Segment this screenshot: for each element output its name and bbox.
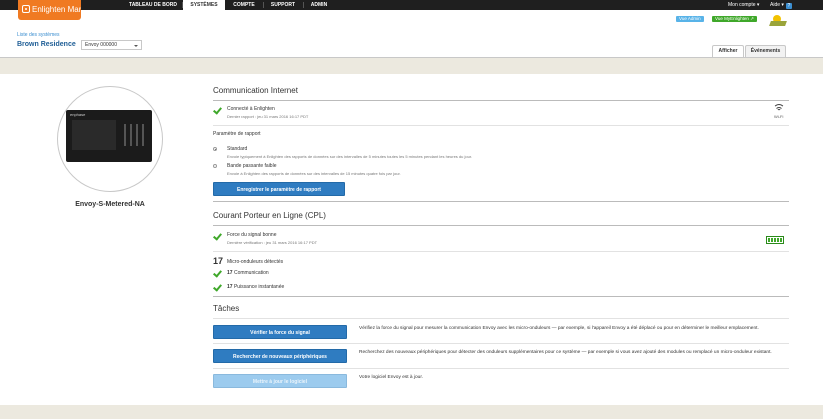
section-divider <box>213 368 789 369</box>
site-name: Brown Residence <box>17 41 76 48</box>
wifi-arc <box>777 109 781 112</box>
app-name: Enlighten Manager <box>32 5 81 14</box>
last-check-time: Dernière vérification : jeu 31 mars 2016… <box>227 240 318 245</box>
envoy-select[interactable]: Envoy 000000 <box>81 40 142 50</box>
device-brand-label: enphase <box>70 112 86 117</box>
check-icon <box>214 283 222 290</box>
signal-status: Force du signal bonne <box>227 232 277 238</box>
check-icon <box>214 232 222 239</box>
wifi-label: Wi-Fi <box>774 114 784 119</box>
help-badge-icon: ? <box>785 3 792 9</box>
signal-bar <box>768 238 770 242</box>
my-account-menu[interactable]: Mon compte ▾ <box>728 0 759 10</box>
section-divider <box>213 318 789 319</box>
solar-panel-sun-icon <box>769 15 787 27</box>
section-divider <box>213 343 789 344</box>
section-divider <box>213 125 789 126</box>
device-screen <box>72 120 116 150</box>
top-band <box>0 58 823 74</box>
wifi-icon <box>773 104 785 112</box>
check-signal-description: Vérifiez la force du signal pour mesurer… <box>359 326 759 331</box>
scan-devices-button[interactable]: Rechercher de nouveaux périphériques <box>213 349 347 363</box>
top-nav-bar <box>0 0 823 10</box>
instant-power-status: 17 Puissance instantanée <box>227 284 284 290</box>
section-divider <box>213 225 789 226</box>
save-report-setting-button[interactable]: Enregistrer le paramètre de rapport <box>213 182 345 196</box>
check-icon <box>214 269 222 276</box>
device-led-strip <box>136 124 138 146</box>
signal-bar <box>777 238 779 242</box>
myenlighten-view-label: Vue MyEnlighten <box>715 16 749 21</box>
myenlighten-view-tag[interactable]: Vue MyEnlighten ↗ <box>712 16 757 22</box>
section-divider <box>213 296 789 297</box>
signal-bar <box>774 238 776 242</box>
detected-label: Micro-onduleurs détectés <box>227 259 284 265</box>
internet-status: Connecté à Enlighten <box>227 106 275 112</box>
device-name: Envoy-S-Metered-NA <box>75 201 145 208</box>
chevron-down-icon <box>134 45 138 47</box>
update-software-button[interactable]: Mettre à jour le logiciel <box>213 374 347 388</box>
nav-tab-account[interactable]: COMPTE <box>226 0 262 10</box>
enphase-logo-icon <box>22 5 30 13</box>
detected-count: 17 <box>213 256 224 266</box>
nav-tab-systems[interactable]: SYSTÈMES <box>183 0 225 10</box>
help-menu[interactable]: Aide ▾? <box>770 0 792 10</box>
tasks-section-title: Tâches <box>213 304 240 313</box>
signal-strength-meter <box>766 236 784 244</box>
scan-devices-description: Recherchez des nouveaux périphériques po… <box>359 350 772 355</box>
check-icon <box>214 106 222 113</box>
my-account-label: Mon compte <box>728 2 756 8</box>
low-bandwidth-radio[interactable] <box>213 164 217 168</box>
plc-section-title: Courant Porteur en Ligne (CPL) <box>213 211 326 220</box>
standard-description: Envoie typiquement à Enlighten des rappo… <box>227 154 473 159</box>
panel-shape <box>769 21 787 26</box>
communication-label: Communication <box>233 270 269 276</box>
breadcrumb-system-list[interactable]: Liste des systèmes <box>17 32 60 38</box>
help-label: Aide <box>770 2 781 8</box>
device-led-strip <box>142 124 144 146</box>
section-divider <box>213 251 789 252</box>
check-signal-button[interactable]: Vérifier la force du signal <box>213 325 347 339</box>
envoy-select-value: Envoy 000000 <box>85 42 117 48</box>
nav-tab-admin[interactable]: ADMIN <box>304 0 334 10</box>
standard-radio[interactable] <box>213 147 217 151</box>
nav-tab-dashboard[interactable]: TABLEAU DE BORD <box>125 0 181 10</box>
internet-section-title: Communication Internet <box>213 86 298 95</box>
device-led-strip <box>124 124 126 146</box>
communication-status: 17 Communication <box>227 270 269 276</box>
instant-power-label: Puissance instantanée <box>233 284 285 290</box>
admin-view-tag[interactable]: Vue Admin <box>676 16 704 22</box>
last-report-time: Dernier rapport : jeu 31 mars 2016 16:17… <box>227 114 309 119</box>
app-logo[interactable]: Enlighten Manager <box>18 0 81 20</box>
signal-bar <box>780 238 782 242</box>
low-bandwidth-description: Envoie à Enlighten des rapports de donné… <box>227 171 401 176</box>
bottom-band <box>0 405 823 419</box>
envoy-device-image: enphase <box>66 110 152 162</box>
communication-count: 17 <box>227 270 233 276</box>
update-software-description: Votre logiciel Envoy est à jour. <box>359 375 423 380</box>
section-divider <box>213 201 789 202</box>
tab-events[interactable]: Événements <box>745 45 786 57</box>
tab-show[interactable]: Afficher <box>712 45 744 57</box>
instant-power-count: 17 <box>227 284 233 290</box>
standard-label: Standard <box>227 146 248 152</box>
device-led-strip <box>130 124 132 146</box>
low-bandwidth-label: Bande passante faible <box>227 163 277 169</box>
nav-tab-support[interactable]: SUPPORT <box>264 0 302 10</box>
report-setting-title: Paramètre de rapport <box>213 131 261 137</box>
section-divider <box>213 100 789 101</box>
signal-bar <box>771 238 773 242</box>
